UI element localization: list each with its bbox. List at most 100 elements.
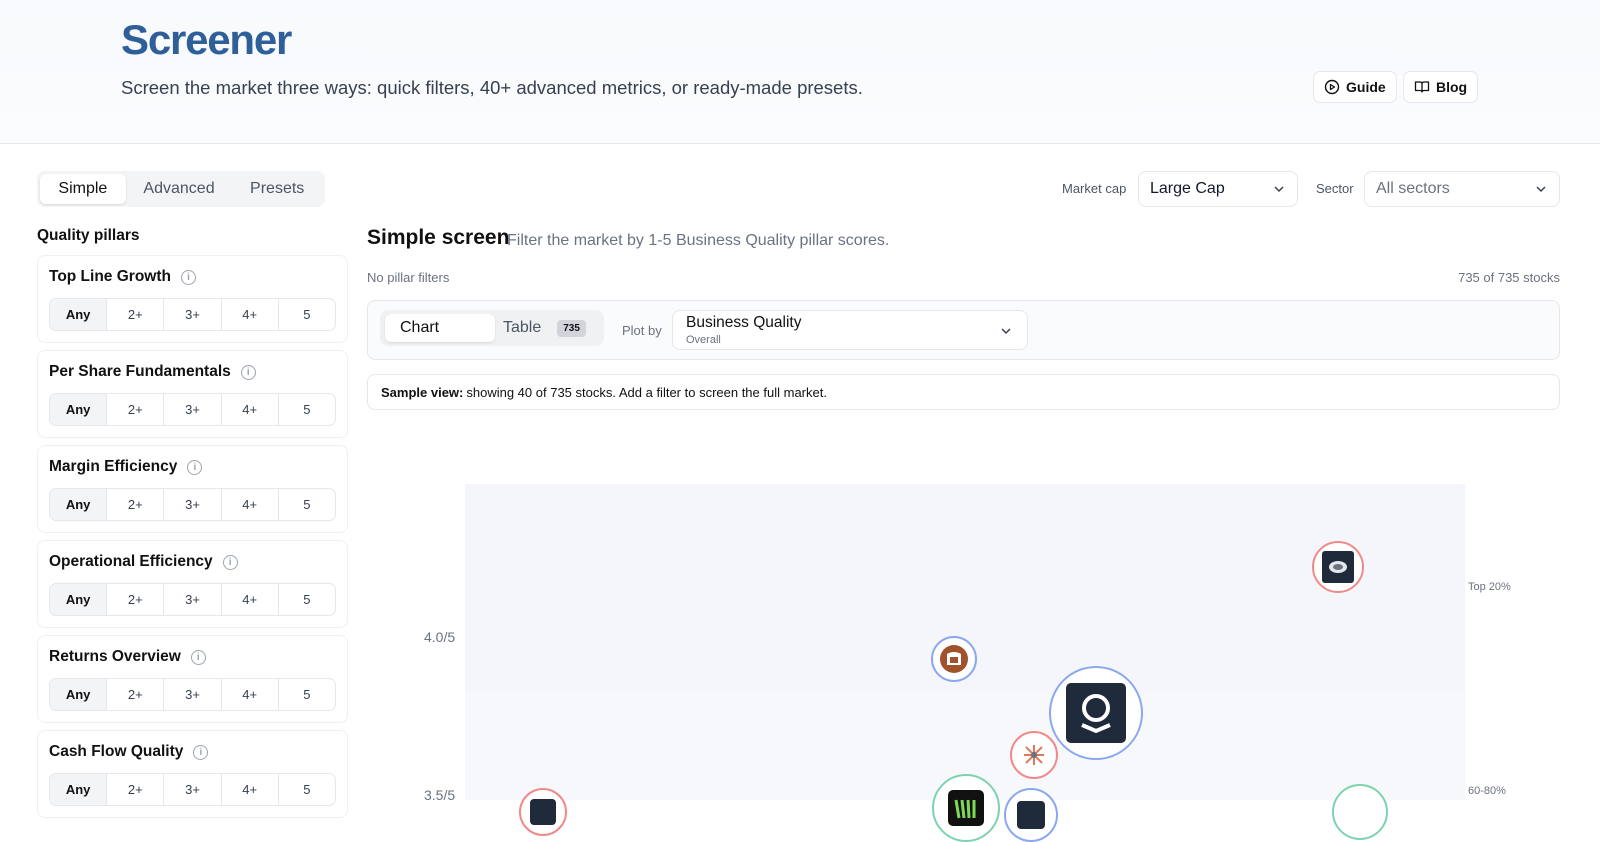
option-2-plus[interactable]: 2+: [107, 679, 165, 710]
info-icon[interactable]: i: [240, 364, 256, 380]
stock-logo: [1017, 801, 1045, 829]
tab-table[interactable]: Table 735: [503, 314, 586, 342]
pillar-name: Margin Efficiency: [49, 458, 178, 475]
y-tick-label: 4.0/5: [424, 629, 456, 645]
plot-by-label: Plot by: [622, 323, 662, 338]
pillar-score-filter: Any 2+ 3+ 4+ 5: [49, 678, 336, 711]
option-3-plus[interactable]: 3+: [164, 394, 222, 425]
option-5[interactable]: 5: [279, 299, 335, 330]
chevron-down-icon: [1536, 186, 1546, 193]
play-circle-icon: [1324, 79, 1340, 95]
option-2-plus[interactable]: 2+: [107, 774, 165, 805]
stock-logo: [948, 790, 984, 826]
pillar-card: Cash Flow Quality i Any 2+ 3+ 4+ 5: [37, 730, 348, 818]
option-5[interactable]: 5: [279, 489, 335, 520]
option-2-plus[interactable]: 2+: [107, 489, 165, 520]
tab-table-label: Table: [503, 319, 542, 336]
pillar-name: Operational Efficiency: [49, 553, 213, 570]
option-3-plus[interactable]: 3+: [164, 489, 222, 520]
sector-placeholder: All sectors: [1376, 180, 1450, 197]
blog-button[interactable]: Blog: [1403, 71, 1479, 103]
option-any[interactable]: Any: [50, 394, 108, 425]
pillar-score-filter: Any 2+ 3+ 4+ 5: [49, 298, 336, 331]
stock-logo: [1024, 745, 1044, 765]
stock-bubble[interactable]: [1049, 666, 1143, 760]
pillar-name: Top Line Growth: [49, 268, 171, 285]
option-5[interactable]: 5: [279, 774, 335, 805]
option-4-plus[interactable]: 4+: [222, 299, 279, 330]
pillar-card: Operational Efficiency i Any 2+ 3+ 4+ 5: [37, 540, 348, 628]
info-icon[interactable]: i: [193, 744, 209, 760]
option-any[interactable]: Any: [50, 299, 108, 330]
option-4-plus[interactable]: 4+: [222, 679, 279, 710]
pillar-score-filter: Any 2+ 3+ 4+ 5: [49, 773, 336, 806]
sample-notice: Sample view: showing 40 of 735 stocks. A…: [367, 374, 1560, 410]
stock-bubble[interactable]: [1332, 784, 1388, 840]
market-cap-label: Market cap: [1062, 181, 1127, 196]
stock-bubble[interactable]: [1312, 541, 1364, 593]
info-icon[interactable]: i: [180, 269, 196, 285]
option-5[interactable]: 5: [279, 394, 335, 425]
scatter-plot: [465, 484, 1465, 842]
option-3-plus[interactable]: 3+: [164, 584, 222, 615]
guide-label: Guide: [1346, 79, 1386, 95]
option-4-plus[interactable]: 4+: [222, 774, 279, 805]
tier-label: 60-80%: [1468, 785, 1506, 797]
option-any[interactable]: Any: [50, 679, 108, 710]
page-header: Screener Screen the market three ways: q…: [0, 0, 1600, 144]
pillar-card: Margin Efficiency i Any 2+ 3+ 4+ 5: [37, 445, 348, 533]
option-3-plus[interactable]: 3+: [164, 774, 222, 805]
tab-advanced[interactable]: Advanced: [126, 174, 233, 204]
stock-logo: [940, 645, 968, 673]
pillar-score-filter: Any 2+ 3+ 4+ 5: [49, 488, 336, 521]
option-5[interactable]: 5: [279, 679, 335, 710]
page-title: Screener: [121, 16, 292, 63]
option-2-plus[interactable]: 2+: [107, 299, 165, 330]
notice-bold: Sample view:: [381, 384, 464, 400]
stock-bubble[interactable]: [519, 788, 567, 836]
stock-bubble[interactable]: [1004, 788, 1058, 842]
plot-by-select[interactable]: Business Quality Overall: [672, 310, 1028, 350]
info-icon[interactable]: i: [187, 459, 203, 475]
option-2-plus[interactable]: 2+: [107, 394, 165, 425]
option-2-plus[interactable]: 2+: [107, 584, 165, 615]
pillar-name: Per Share Fundamentals: [49, 363, 231, 380]
option-5[interactable]: 5: [279, 584, 335, 615]
info-icon[interactable]: i: [190, 649, 206, 665]
mode-tabs: Simple Advanced Presets: [37, 171, 325, 207]
option-3-plus[interactable]: 3+: [164, 299, 222, 330]
pillar-score-filter: Any 2+ 3+ 4+ 5: [49, 393, 336, 426]
notice-text: showing 40 of 735 stocks. Add a filter t…: [466, 384, 827, 400]
stock-bubble[interactable]: [932, 774, 1000, 842]
plot-by-value: Business Quality: [686, 314, 802, 331]
count-badge: 735: [557, 319, 586, 337]
stock-bubble[interactable]: [1010, 731, 1058, 779]
sector-select[interactable]: All sectors: [1364, 171, 1560, 207]
option-3-plus[interactable]: 3+: [164, 679, 222, 710]
info-icon[interactable]: i: [222, 554, 238, 570]
chart-controls: Chart Table 735 Plot by Business Quality…: [367, 300, 1560, 360]
stock-logo: [530, 799, 556, 825]
option-any[interactable]: Any: [50, 489, 108, 520]
market-cap-value: Large Cap: [1150, 180, 1225, 197]
tab-chart[interactable]: Chart: [385, 314, 495, 342]
pillar-card: Top Line Growth i Any 2+ 3+ 4+ 5: [37, 255, 348, 343]
stock-bubble[interactable]: [931, 636, 977, 682]
sidebar-title: Quality pillars: [37, 227, 140, 244]
stock-count: 735 of 735 stocks: [1458, 270, 1560, 285]
stock-logo: [1322, 551, 1354, 583]
y-tick-label: 3.5/5: [424, 787, 456, 803]
option-4-plus[interactable]: 4+: [222, 584, 279, 615]
option-any[interactable]: Any: [50, 774, 108, 805]
sector-label: Sector: [1316, 181, 1354, 196]
chevron-down-icon: [1001, 328, 1011, 335]
option-4-plus[interactable]: 4+: [222, 394, 279, 425]
option-4-plus[interactable]: 4+: [222, 489, 279, 520]
tab-presets[interactable]: Presets: [232, 174, 322, 204]
tab-simple[interactable]: Simple: [40, 174, 126, 204]
option-any[interactable]: Any: [50, 584, 108, 615]
guide-button[interactable]: Guide: [1313, 71, 1397, 103]
market-cap-select[interactable]: Large Cap: [1138, 171, 1298, 207]
stock-logo: [1066, 683, 1126, 743]
main-title: Simple screen: [367, 226, 510, 249]
